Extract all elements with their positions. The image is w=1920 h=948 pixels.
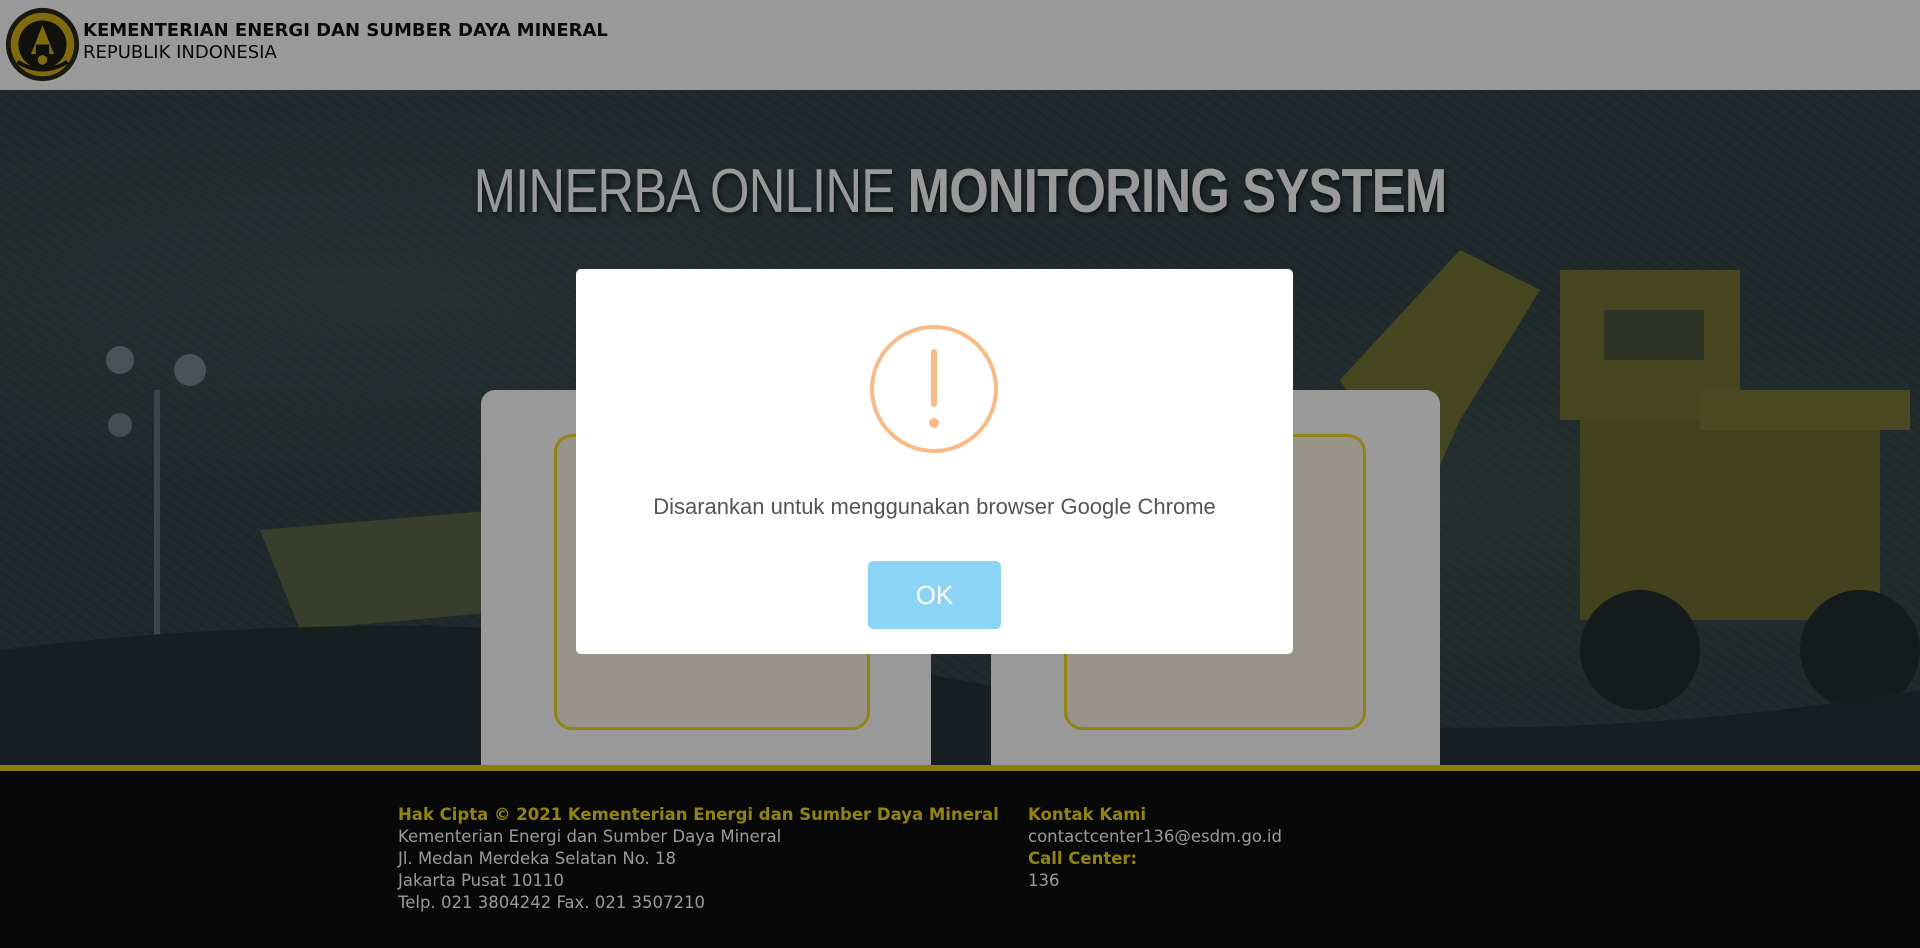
browser-warning-dialog: Disarankan untuk menggunakan browser Goo… [576, 269, 1293, 654]
dialog-message: Disarankan untuk menggunakan browser Goo… [653, 494, 1216, 519]
page: KEMENTERIAN ENERGI DAN SUMBER DAYA MINER… [0, 0, 1920, 948]
ok-button[interactable]: OK [868, 561, 1001, 629]
warning-icon [870, 325, 998, 453]
